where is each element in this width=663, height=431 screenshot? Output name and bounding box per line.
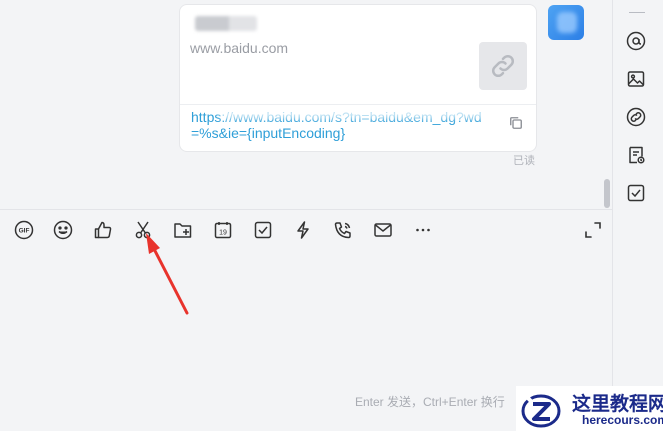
mail-icon[interactable] (373, 220, 393, 240)
card-title-blurred (195, 16, 257, 31)
copy-icon[interactable] (507, 114, 525, 132)
scrollbar[interactable] (604, 179, 610, 208)
document-icon[interactable] (626, 145, 646, 165)
card-thumbnail (479, 42, 527, 90)
image-icon[interactable] (626, 69, 646, 89)
link-message-card[interactable]: www.baidu.com https://www.baidu.com/s?tn… (179, 4, 537, 152)
url-redaction (220, 109, 485, 119)
watermark-subtitle: herecours.com (582, 413, 663, 427)
at-icon[interactable] (626, 31, 646, 51)
input-hint: Enter 发送，Ctrl+Enter 换行 (355, 395, 505, 409)
chat-history: www.baidu.com https://www.baidu.com/s?tn… (0, 0, 612, 209)
watermark-title: 这里教程网 (572, 393, 663, 415)
card-domain: www.baidu.com (190, 40, 289, 56)
sidebar-divider (629, 12, 645, 13)
expand-icon[interactable] (583, 220, 603, 240)
link-icon[interactable] (626, 107, 646, 127)
avatar[interactable] (548, 5, 584, 40)
watermark-logo (521, 394, 561, 428)
checkbox-icon[interactable] (626, 183, 646, 203)
link-icon (491, 54, 515, 78)
calendar-date: 19 (219, 230, 227, 237)
more-icon[interactable] (413, 220, 433, 240)
gif-icon[interactable]: GIF (14, 220, 34, 240)
input-toolbar: GIF 19 (0, 209, 612, 248)
calendar-icon[interactable]: 19 (213, 220, 233, 240)
watermark: 这里教程网 herecours.com (516, 386, 663, 431)
lightning-icon[interactable] (293, 220, 313, 240)
read-status: 已读 (513, 155, 535, 167)
folder-add-icon[interactable] (173, 220, 193, 240)
scissors-icon[interactable] (133, 220, 153, 240)
thumbs-up-icon[interactable] (93, 220, 113, 240)
right-sidebar (612, 0, 663, 431)
card-divider (180, 104, 536, 105)
phone-icon[interactable] (333, 220, 353, 240)
emoji-icon[interactable] (53, 220, 73, 240)
checkbox-icon[interactable] (253, 220, 273, 240)
svg-text:GIF: GIF (19, 228, 30, 235)
